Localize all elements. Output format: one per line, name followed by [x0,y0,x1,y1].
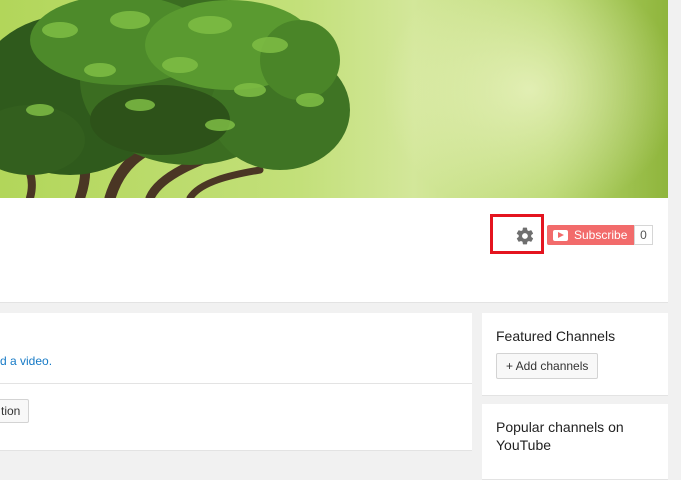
upload-video-link[interactable]: d a video. [0,354,52,368]
subscribe-button[interactable]: Subscribe [547,225,634,245]
subscribe-label: Subscribe [574,228,628,242]
main-content-card [0,313,472,451]
channel-banner [0,0,668,198]
youtube-play-icon [553,229,568,241]
subscriber-count: 0 [634,225,653,245]
main-action-button[interactable]: tion [0,399,30,423]
popular-channels-title: Popular channels on YouTube [496,419,624,453]
channel-settings-button[interactable] [510,222,540,250]
gear-icon [516,227,534,245]
featured-channels-title: Featured Channels [496,328,616,344]
tree-banner-art [0,0,350,198]
popular-channels-card: Popular channels on YouTube [482,404,668,480]
channel-header [0,198,668,303]
divider [0,383,472,384]
add-channels-button[interactable]: + Add channels [496,353,599,379]
featured-channels-card: Featured Channels + Add channels [482,313,668,396]
